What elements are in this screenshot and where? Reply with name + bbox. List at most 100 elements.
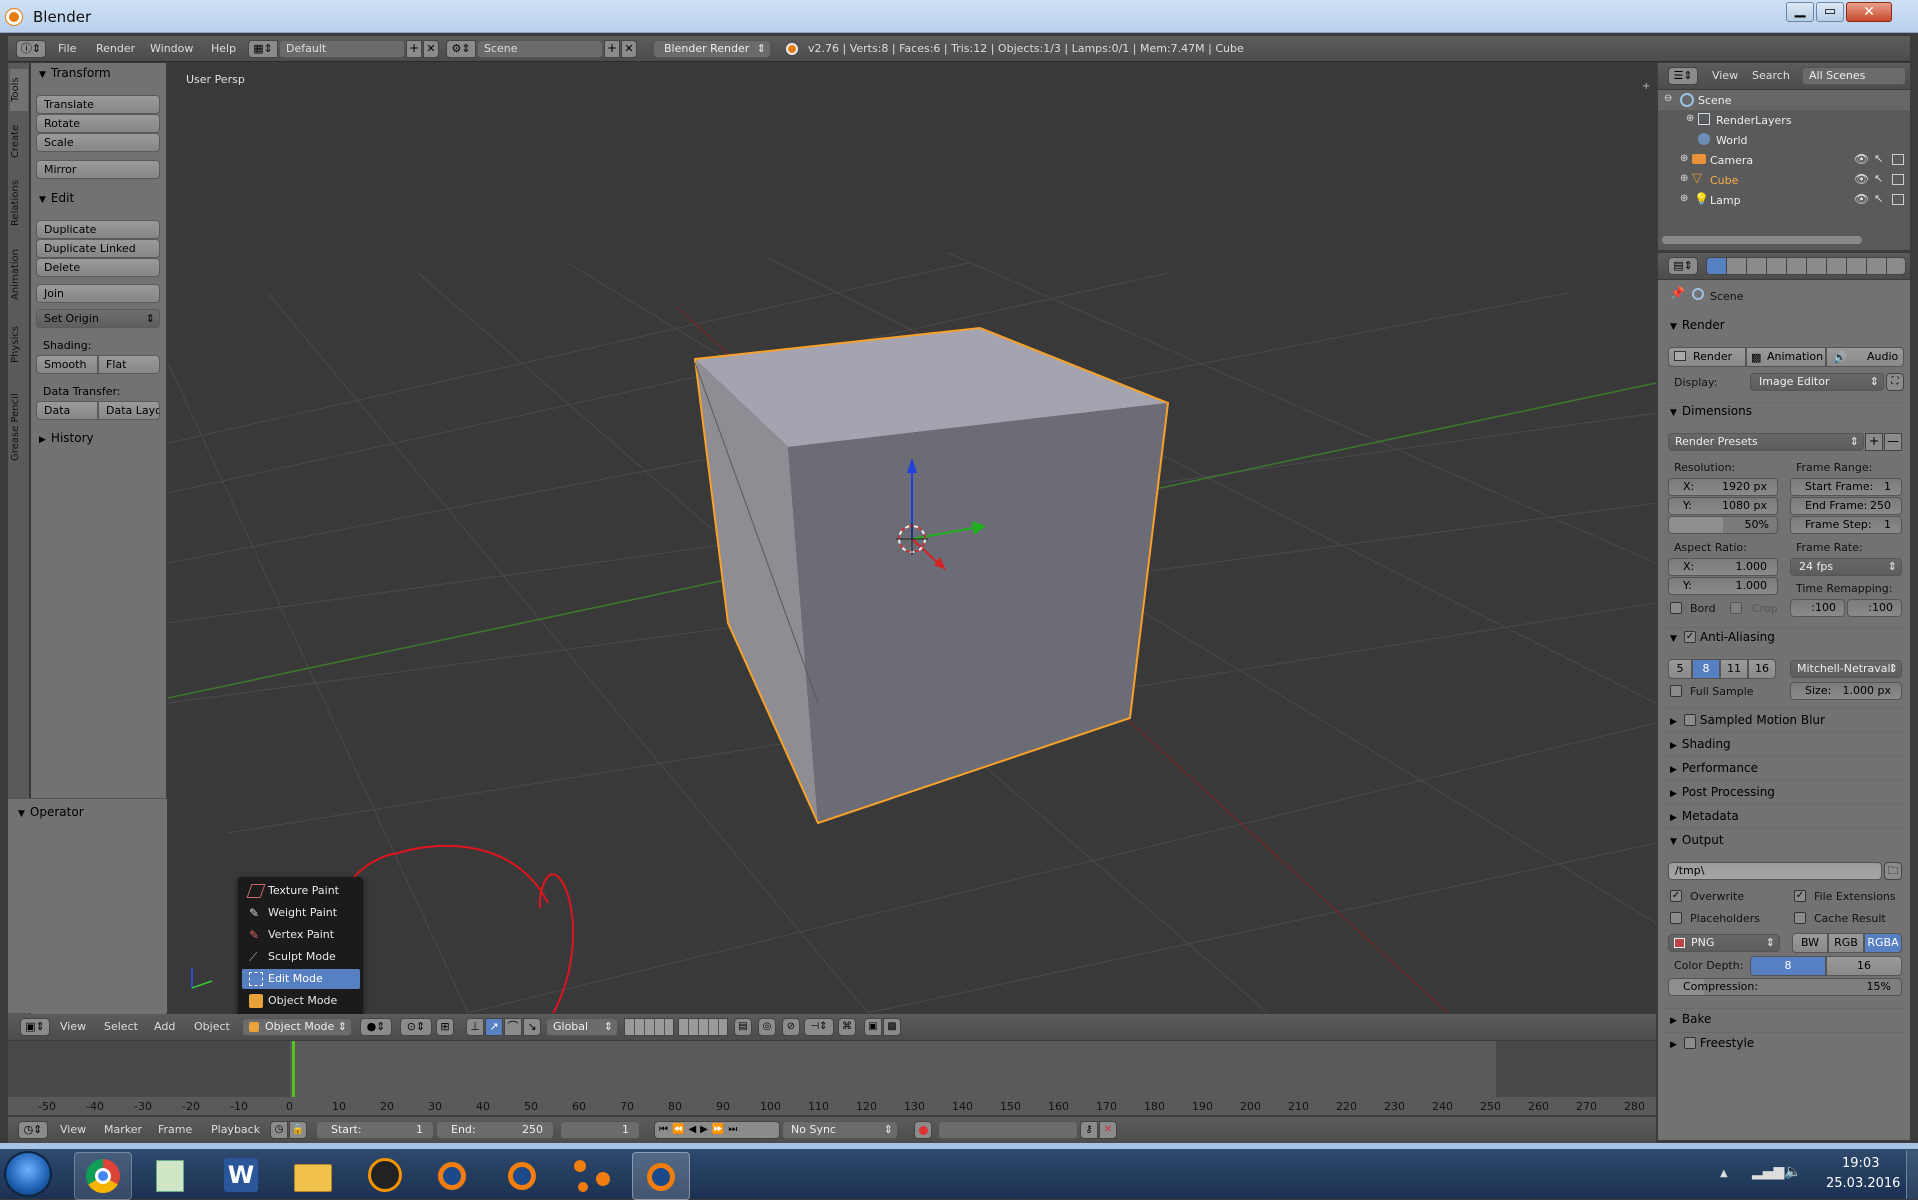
outliner-row-renderlayers[interactable]: ⊕ RenderLayers — [1658, 110, 1910, 130]
aa-samples-8-button[interactable]: 8 — [1692, 659, 1720, 679]
mirror-button[interactable]: Mirror — [36, 160, 160, 179]
taskbar-avast-icon[interactable] — [356, 1152, 414, 1200]
menu-file[interactable]: File — [58, 42, 76, 55]
history-panel-header[interactable]: ▶ History — [39, 431, 94, 445]
view3d-menu-select[interactable]: Select — [104, 1020, 138, 1033]
mode-menu-item-texture-paint[interactable]: Texture Paint — [242, 881, 360, 901]
join-button[interactable]: Join — [36, 284, 160, 303]
minimize-button[interactable]: ▁ — [1786, 2, 1814, 22]
output-path-field[interactable]: /tmp\ — [1668, 862, 1882, 880]
aa-samples-11-button[interactable]: 11 — [1720, 659, 1748, 679]
add-preset-button[interactable]: + — [1865, 433, 1883, 451]
render-preview-button[interactable]: ▣ — [864, 1018, 882, 1036]
outliner-display-mode-select[interactable]: All Scenes — [1802, 67, 1906, 85]
cube-select-cursor-icon[interactable]: ↖ — [1874, 172, 1883, 185]
timeline-area[interactable] — [8, 1041, 1656, 1115]
output-panel-header[interactable]: ▼ Output — [1670, 833, 1724, 847]
layout-remove-button[interactable]: ✕ — [423, 40, 439, 58]
set-origin-select[interactable]: Set Origin ⇕ — [36, 309, 160, 328]
taskbar-notepad-icon[interactable] — [142, 1152, 200, 1200]
motion-blur-checkbox[interactable] — [1684, 714, 1696, 726]
preview-range-button[interactable]: ◷ — [270, 1121, 288, 1139]
smooth-button[interactable]: Smooth — [36, 355, 98, 374]
scene-remove-button[interactable]: ✕ — [621, 40, 637, 58]
freestyle-panel-header[interactable]: ▶ Freestyle — [1670, 1036, 1754, 1050]
editor-type-timeline-button[interactable]: ◷⇕ — [18, 1121, 48, 1139]
time-remap-new-field[interactable]: :100 — [1847, 599, 1902, 617]
snap-element-button[interactable]: ⊣⇕ — [804, 1018, 834, 1036]
timeline-menu-frame[interactable]: Frame — [158, 1123, 192, 1136]
render-presets-select[interactable]: Render Presets ⇕ — [1668, 433, 1864, 451]
outliner-menu-search[interactable]: Search — [1752, 69, 1790, 82]
outliner-row-lamp[interactable]: ⊕ 💡 Lamp 👁 ↖ — [1658, 190, 1910, 210]
dimensions-panel-header[interactable]: ▼ Dimensions — [1670, 404, 1752, 418]
scale-button[interactable]: Scale — [36, 133, 160, 152]
proportional-edit-button[interactable]: ◎ — [758, 1018, 776, 1036]
render-engine-select[interactable]: Blender Render ⇕ — [653, 40, 771, 58]
insert-keyframe-button[interactable]: ⚷ — [1080, 1121, 1098, 1139]
current-frame-marker[interactable] — [292, 1041, 295, 1097]
view3d-menu-view[interactable]: View — [60, 1020, 86, 1033]
aa-filter-select[interactable]: Mitchell-Netravali ⇕ — [1790, 660, 1902, 678]
tab-grease-pencil[interactable]: Grease Pencil — [10, 379, 28, 475]
resolution-percentage-slider[interactable]: 50% — [1668, 516, 1778, 534]
freestyle-checkbox[interactable] — [1684, 1037, 1696, 1049]
taskbar-blender-icon-1[interactable] — [424, 1152, 482, 1200]
editor-type-properties-button[interactable]: ▤⇕ — [1668, 257, 1698, 275]
aa-samples-16-button[interactable]: 16 — [1748, 659, 1776, 679]
animation-button[interactable]: ▩ Animation — [1746, 347, 1826, 367]
aspect-x-field[interactable]: X: 1.000 — [1668, 558, 1778, 576]
outliner-row-camera[interactable]: ⊕ Camera 👁 ↖ — [1658, 150, 1910, 170]
taskbar-explorer-icon[interactable] — [284, 1152, 342, 1200]
start-frame-field[interactable]: Start: 1 — [316, 1121, 434, 1139]
layer-buttons-a[interactable] — [624, 1018, 674, 1036]
maximize-button[interactable]: ▭ — [1816, 2, 1844, 22]
time-remap-old-field[interactable]: :100 — [1790, 599, 1845, 617]
manipulator-extra-button[interactable]: ↘ — [523, 1018, 541, 1036]
filter-size-field[interactable]: Size: 1.000 px — [1790, 682, 1902, 700]
tab-physics[interactable]: Physics — [10, 315, 28, 375]
camera-render-icon[interactable] — [1892, 154, 1904, 165]
layout-field[interactable]: Default — [279, 40, 405, 58]
snap-toggle-button[interactable]: ⊘ — [782, 1018, 800, 1036]
timeline-menu-marker[interactable]: Marker — [104, 1123, 142, 1136]
orientation-select[interactable]: Global ⇕ — [546, 1018, 618, 1036]
mode-menu-item-object-mode[interactable]: Object Mode — [242, 991, 360, 1011]
aspect-y-field[interactable]: Y: 1.000 — [1668, 577, 1778, 595]
start-button[interactable] — [4, 1151, 52, 1197]
translate-manipulator-button[interactable]: ⊥ — [466, 1018, 484, 1036]
view3d-menu-object[interactable]: Object — [194, 1020, 230, 1033]
taskbar-network-app-icon[interactable] — [564, 1152, 622, 1200]
play-icon[interactable]: ▶ — [700, 1124, 712, 1135]
outliner-menu-view[interactable]: View — [1712, 69, 1738, 82]
camera-select-cursor-icon[interactable]: ↖ — [1874, 152, 1883, 165]
end-frame-field[interactable]: End: 250 — [436, 1121, 554, 1139]
pivot-point-button[interactable]: ⊙⇕ — [400, 1018, 432, 1036]
tray-network-icon[interactable]: ▂▄▆ — [1752, 1164, 1784, 1180]
mode-menu-item-weight-paint[interactable]: ✎ Weight Paint — [242, 903, 360, 923]
current-frame-field[interactable]: 1 — [560, 1121, 640, 1139]
pin-icon[interactable]: 📌 — [1670, 286, 1685, 300]
render-button[interactable]: Render — [1668, 347, 1746, 367]
delete-keyframe-button[interactable]: ✕ — [1099, 1121, 1117, 1139]
sync-mode-select[interactable]: No Sync ⇕ — [782, 1121, 898, 1139]
border-checkbox[interactable] — [1670, 602, 1682, 614]
duplicate-linked-button[interactable]: Duplicate Linked — [36, 239, 160, 258]
lock-interface-button[interactable]: ⛶ — [1886, 373, 1904, 391]
show-desktop-button[interactable] — [1906, 1150, 1918, 1199]
lamp-visibility-eye-icon[interactable]: 👁 — [1854, 192, 1869, 206]
render-animation-preview-button[interactable]: ▩ — [883, 1018, 901, 1036]
menu-window[interactable]: Window — [150, 42, 193, 55]
taskbar-chrome-icon[interactable] — [74, 1152, 132, 1200]
mode-menu-item-vertex-paint[interactable]: ✎ Vertex Paint — [242, 925, 360, 945]
tab-animation[interactable]: Animation — [10, 239, 28, 311]
tab-tools[interactable]: Tools — [10, 69, 28, 111]
layout-icon-button[interactable]: ▦⇕ — [248, 40, 278, 58]
lock-time-cursor-button[interactable]: 🔒 — [289, 1121, 307, 1139]
manipulator-toggle-button[interactable]: ⊞ — [436, 1018, 454, 1036]
file-extensions-checkbox[interactable]: ✓ — [1794, 890, 1806, 902]
outliner-scrollbar[interactable] — [1662, 236, 1862, 244]
viewport-3d[interactable]: User Persp + — [168, 63, 1656, 1013]
edit-panel-header[interactable]: ▼ Edit — [39, 191, 74, 205]
end-frame-prop-field[interactable]: End Frame: 250 — [1790, 497, 1902, 515]
